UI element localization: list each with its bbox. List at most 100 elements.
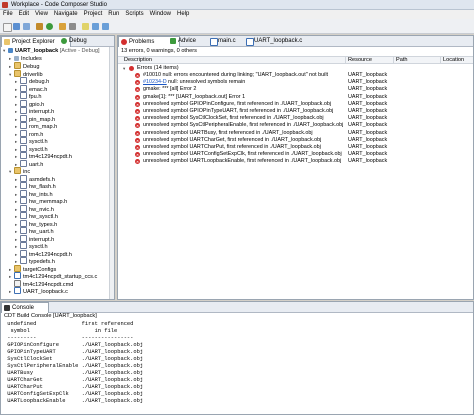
tree-item[interactable]: ▸ hw_flash.h	[15, 182, 56, 190]
menu-run[interactable]: Run	[105, 10, 122, 19]
tree-item[interactable]: ▸ Debug	[9, 62, 39, 70]
tree-item[interactable]: ▾ UART_loopback [Active - Debug]	[3, 47, 100, 54]
tree-item[interactable]: tm4c1294ncpdt.cmd	[9, 279, 73, 288]
project-icon	[8, 48, 13, 53]
tree-item[interactable]: ▸ pin_map.h	[15, 114, 55, 123]
column-location[interactable]: Location	[440, 57, 464, 64]
console-line: UARTLoopbackEnable ./UART_loopback.obj	[4, 398, 144, 404]
problem-resource: UART_loopback	[348, 158, 388, 165]
column-path[interactable]: Path	[393, 57, 408, 64]
problem-row[interactable]: × unresolved symbol UARTConfigSetExpClk, …	[118, 151, 473, 158]
problem-resource: UART_loopback	[348, 108, 388, 114]
problem-row[interactable]: × unresolved symbol GPIOPinConfigure, fir…	[118, 101, 473, 108]
problem-row[interactable]: × unresolved symbol SysCtlClockSet, first…	[118, 115, 473, 122]
menu-project[interactable]: Project	[81, 10, 106, 19]
explorer-scrollbar[interactable]	[109, 47, 114, 299]
menu-help[interactable]: Help	[174, 10, 192, 19]
problem-row[interactable]: × unresolved symbol UARTCharGet, first re…	[118, 137, 473, 144]
problem-row[interactable]: × unresolved symbol UARTBusy, first refer…	[118, 130, 473, 137]
debug-bug-icon[interactable]	[46, 23, 53, 30]
save-icon[interactable]	[13, 23, 20, 30]
tree-item[interactable]: ▸ asmdefs.h	[15, 174, 55, 183]
console-tab-bar: Console	[1, 302, 473, 313]
tree-item[interactable]: ▸ sysctl.h	[15, 137, 48, 145]
header-file-icon	[20, 234, 27, 242]
tree-item[interactable]: ▸ uart.h	[15, 159, 43, 168]
problem-row[interactable]: × unresolved symbol SysCtlPeripheralEnabl…	[118, 122, 473, 129]
forward-arrow-icon[interactable]	[102, 23, 109, 30]
problem-row[interactable]: × unresolved symbol UARTCharPut, first re…	[118, 144, 473, 151]
wand-icon[interactable]	[82, 23, 89, 30]
problem-row[interactable]: × unresolved symbol GPIOPinTypeUART, firs…	[118, 108, 473, 115]
errors-group-label: Errors (14 items)	[137, 65, 179, 71]
tree-item[interactable]: ▸ Includes	[9, 55, 42, 62]
project-tree: ▾ UART_loopback [Active - Debug] ▸ Includes…	[1, 47, 111, 299]
save-all-icon[interactable]	[23, 23, 30, 30]
problem-resource: UART_loopback	[348, 86, 388, 93]
tab-debug[interactable]: Debug	[59, 36, 105, 46]
console-line: UARTBusy ./UART_loopback.obj	[4, 370, 144, 376]
collapse-toggle-icon[interactable]: ▾	[123, 65, 125, 72]
tab-uart-loopback-c[interactable]: UART_loopback.c	[244, 36, 314, 46]
menu-navigate[interactable]: Navigate	[51, 10, 81, 19]
column-resource[interactable]: Resource	[345, 57, 372, 64]
search-icon[interactable]	[69, 23, 76, 30]
header-file-icon	[20, 144, 27, 152]
error-icon: ×	[135, 152, 140, 158]
tree-item[interactable]: ▸ hw_uart.h	[15, 227, 54, 235]
folder-icon[interactable]	[59, 23, 66, 30]
menu-edit[interactable]: Edit	[16, 10, 32, 19]
problem-description: #10010 null: errors encountered during l…	[143, 72, 329, 78]
tree-item[interactable]: ▸ rom.h	[15, 129, 43, 138]
problems-column-header: Description Resource Path Location	[118, 56, 473, 64]
tree-item[interactable]: ▸ interrupt.h	[15, 107, 54, 115]
toolbar	[0, 19, 474, 34]
menu-window[interactable]: Window	[147, 10, 174, 19]
tree-item[interactable]: ▸ hw_types.h	[15, 219, 57, 228]
problem-row[interactable]: × #10234-D null: unresolved symbols remai…	[118, 79, 473, 86]
problem-row[interactable]: × #10010 null: errors encountered during …	[118, 72, 473, 79]
menu-file[interactable]: File	[0, 10, 16, 19]
console-output[interactable]: undefined first referenced symbol in fil…	[1, 321, 471, 414]
tree-item[interactable]: ▸ sysctl.h	[15, 242, 48, 250]
problem-row[interactable]: × unresolved symbol UARTLoopbackEnable, f…	[118, 158, 473, 165]
tree-item[interactable]: ▸ hw_memmap.h	[15, 197, 67, 205]
tree-item[interactable]: ▸ fpu.h	[15, 92, 41, 100]
tree-item[interactable]: ▸ tm4c1294ncpdt_startup_ccs.c	[9, 272, 97, 280]
tree-item[interactable]: ▸ emac.h	[15, 84, 47, 93]
tree-item[interactable]: ▸ targetConfigs	[9, 264, 56, 273]
error-icon: ×	[135, 94, 140, 100]
column-description[interactable]: Description	[124, 57, 152, 64]
tree-item[interactable]: ▸ sysctl.h	[15, 144, 48, 153]
tree-item[interactable]: ▸ hw_ints.h	[15, 189, 53, 198]
tree-item[interactable]: ▸ gpio.h	[15, 99, 44, 108]
title-bar: Workplace - Code Composer Studio	[0, 0, 474, 10]
tree-item[interactable]: ▸ tm4c1294ncpdt.h	[15, 152, 72, 160]
problem-row[interactable]: × gmake: *** [all] Error 2 UART_loopback	[118, 86, 473, 93]
back-arrow-icon[interactable]	[92, 23, 99, 30]
tree-item[interactable]: ▸ typedefs.h	[15, 257, 55, 265]
tree-item-label: Includes	[21, 55, 42, 62]
new-file-icon[interactable]	[3, 23, 12, 32]
tab-console[interactable]: Console	[1, 302, 49, 313]
menu-view[interactable]: View	[32, 10, 51, 19]
menu-scripts[interactable]: Scripts	[122, 10, 146, 19]
errors-group-row[interactable]: ▾ Errors (14 items)	[118, 65, 473, 72]
console-icon	[4, 305, 10, 311]
problem-row[interactable]: × gmake[1]: *** [UART_loopback.out] Error…	[118, 94, 473, 101]
tree-item[interactable]: ▸ debug.h	[15, 77, 49, 85]
tree-item[interactable]: ▸ hw_nvic.h	[15, 204, 54, 213]
tree-item[interactable]: ▸ rom_map.h	[15, 122, 57, 130]
build-hammer-icon[interactable]	[36, 23, 43, 30]
explorer-tab-bar: Project Explorer Debug	[1, 36, 114, 47]
header-file-icon	[20, 197, 27, 204]
tree-item[interactable]: ▸ tm4c1294ncpdt.h	[15, 249, 72, 258]
error-icon: ×	[135, 123, 140, 129]
tree-item[interactable]: ▾ inc	[9, 167, 30, 175]
tree-item[interactable]: ▸ interrupt.h	[15, 234, 54, 243]
tree-item[interactable]: ▸ UART_loopback.c	[9, 287, 68, 295]
tree-item[interactable]: ▸ hw_sysctl.h	[15, 212, 58, 220]
error-code-link[interactable]: #10234-D	[143, 79, 167, 85]
problem-resource: UART_loopback	[348, 100, 388, 107]
tree-item[interactable]: ▾ driverlib	[9, 69, 43, 78]
